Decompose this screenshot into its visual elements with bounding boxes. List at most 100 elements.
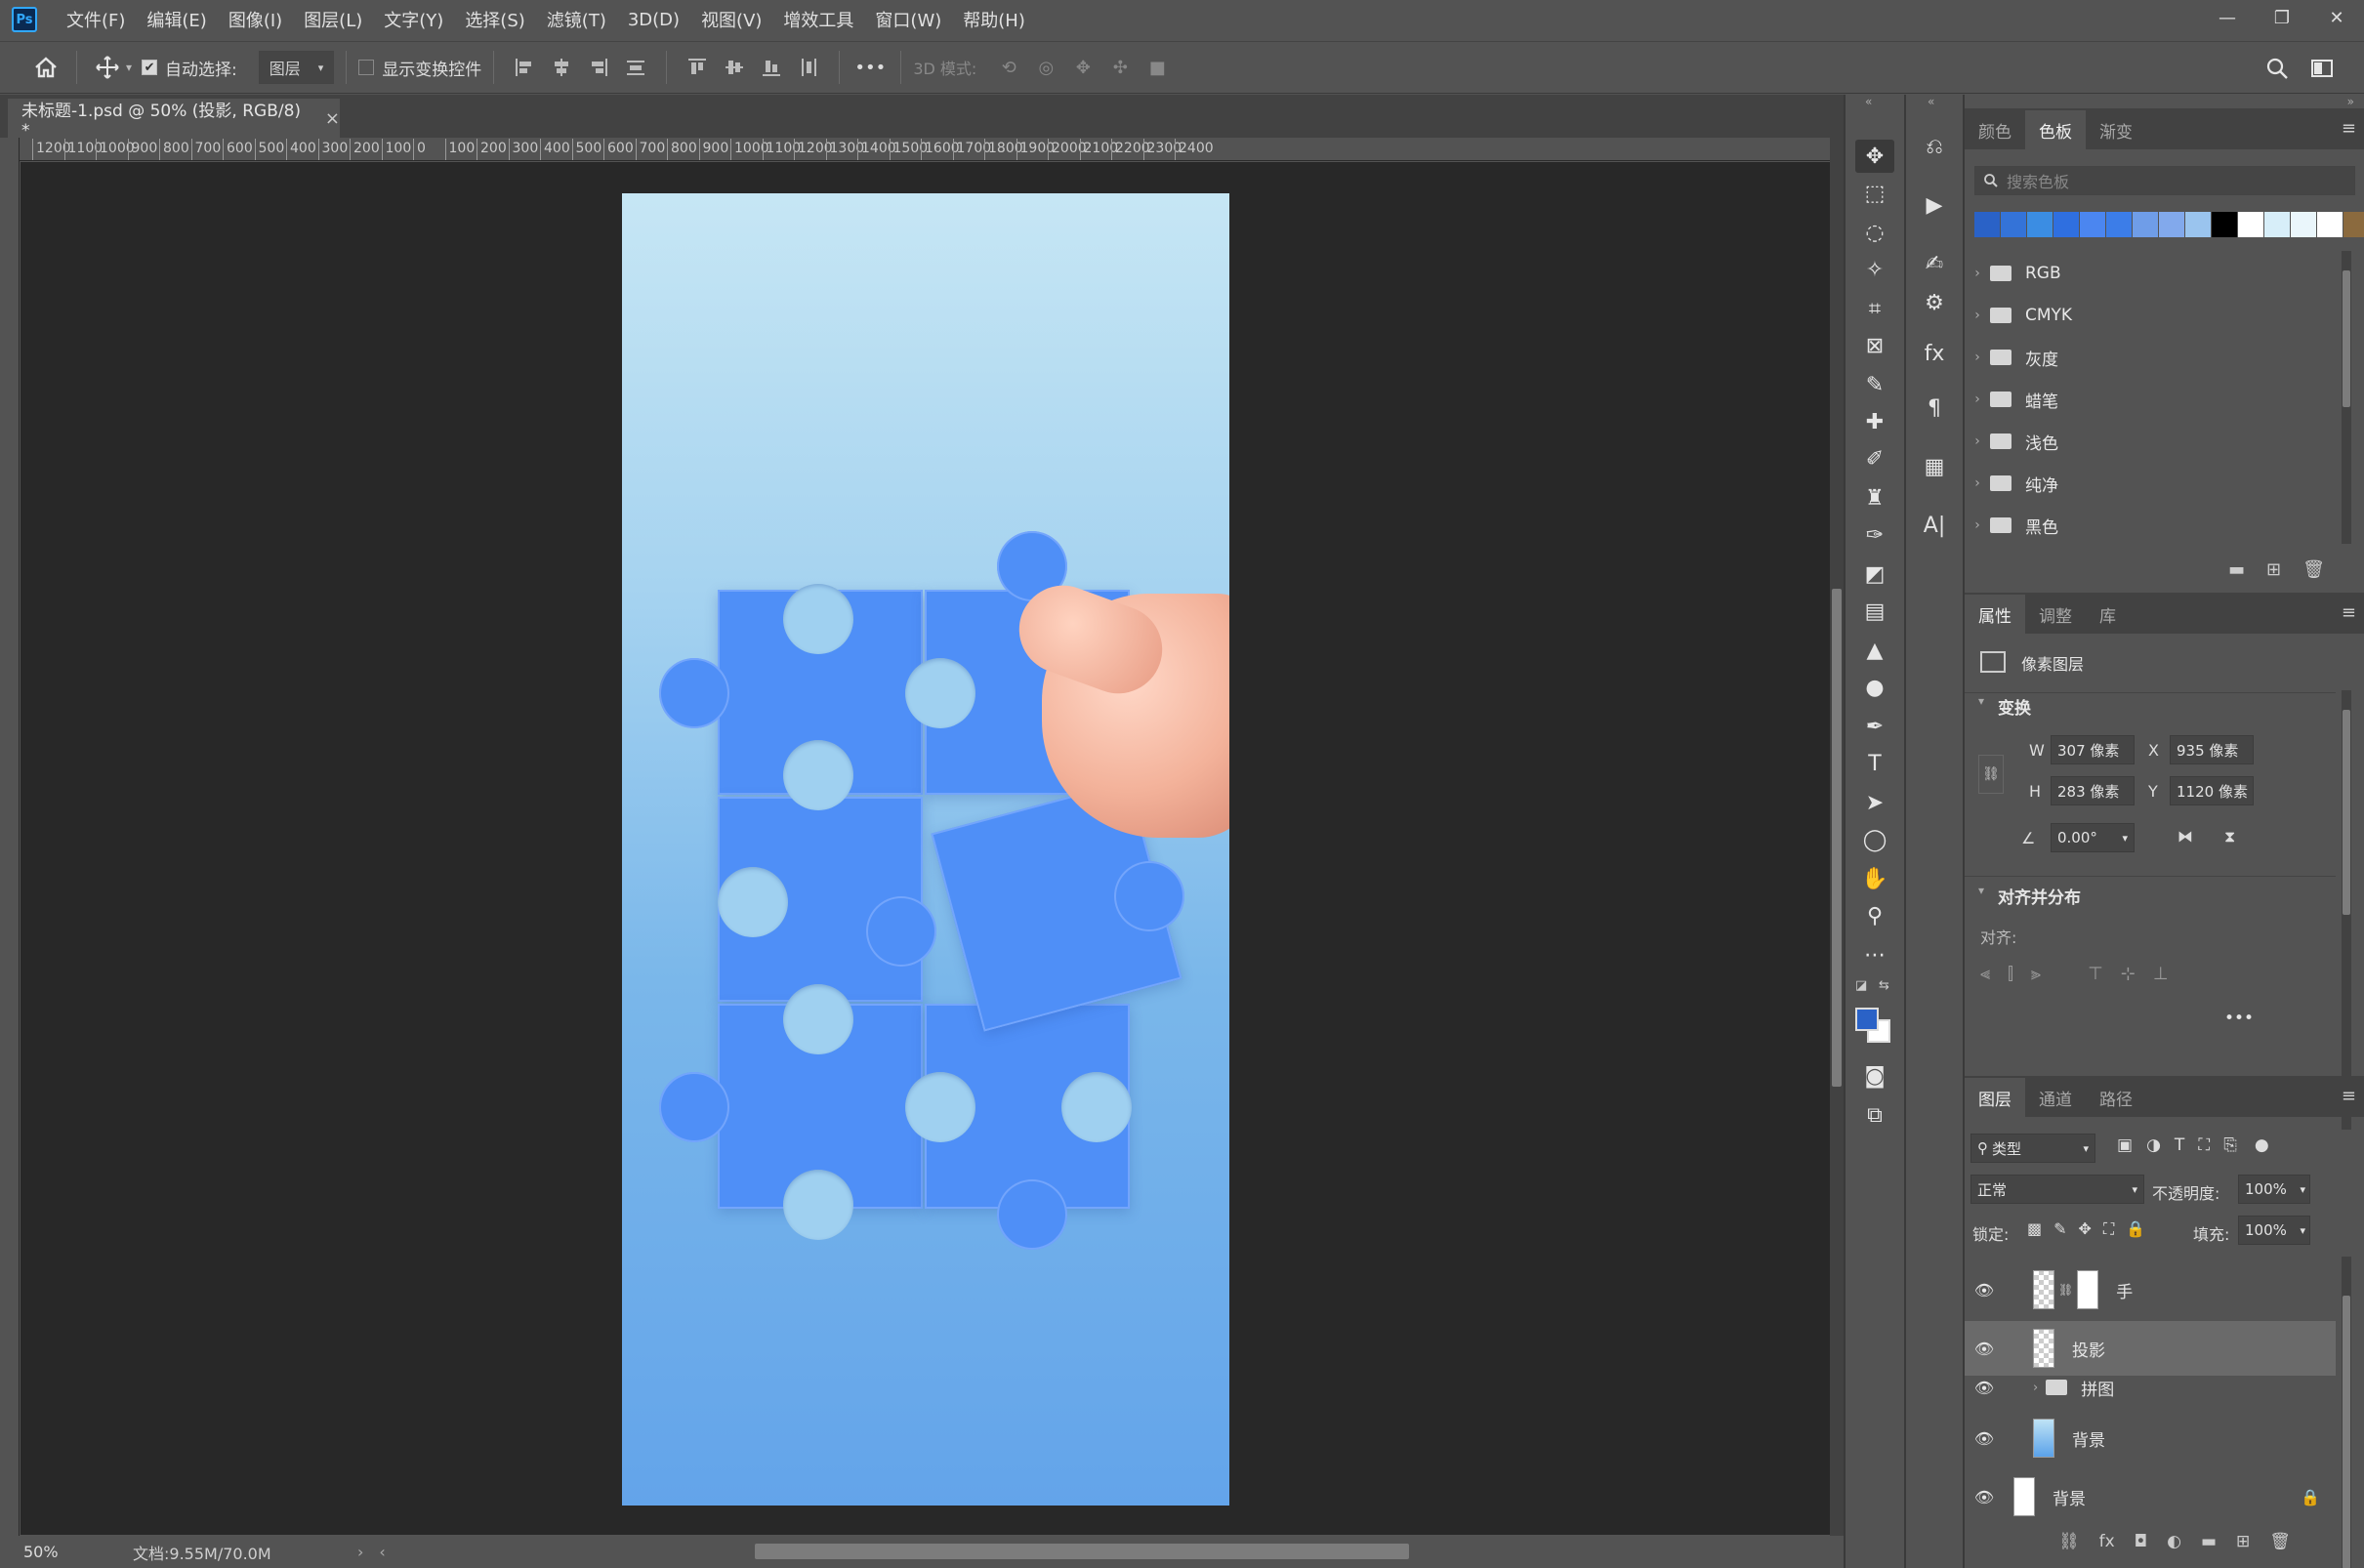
artboard[interactable]	[622, 193, 1229, 1506]
layer-style-icon[interactable]: fx	[2099, 1532, 2115, 1551]
quick-mask-icon[interactable]: ◙	[1855, 1059, 1894, 1093]
show-transform-option[interactable]: 显示变换控件	[358, 56, 481, 80]
chevron-right-icon[interactable]: ›	[357, 1543, 363, 1561]
canvas-area[interactable]	[21, 162, 1830, 1535]
color-swatch[interactable]	[2159, 212, 2184, 237]
swap-colors-icon[interactable]: ⇆	[1879, 978, 1889, 993]
color-swatch[interactable]	[2238, 212, 2263, 237]
tab-gradients[interactable]: 渐变	[2086, 110, 2146, 149]
chevron-right-icon[interactable]: ›	[1965, 392, 1990, 407]
link-layers-icon[interactable]: ⛓	[2058, 1532, 2080, 1551]
chevron-down-icon[interactable]: ▾	[2122, 832, 2128, 845]
crop-icon[interactable]: ⌗	[1855, 292, 1894, 325]
canvas-vertical-scroll-thumb[interactable]	[1832, 589, 1842, 1087]
tab-swatches[interactable]: 色板	[2025, 110, 2086, 149]
home-icon[interactable]	[27, 49, 64, 86]
menu-layer[interactable]: 图层(L)	[304, 7, 362, 32]
color-swatch[interactable]	[2343, 212, 2364, 237]
lock-transparency-icon[interactable]: ▩	[2027, 1219, 2042, 1239]
document-info[interactable]: 文档:9.55M/70.0M	[133, 1541, 318, 1564]
panel-menu-icon[interactable]: ≡	[2342, 602, 2356, 623]
default-colors-icon[interactable]: ◪	[1855, 978, 1867, 993]
align-vcenter-icon[interactable]: ⊹	[2121, 964, 2136, 984]
brush-icon[interactable]: ✐	[1855, 442, 1894, 475]
align-hcenter-icon[interactable]: ⫿	[2008, 964, 2013, 984]
layer-filter-dropdown[interactable]: ⚲ 类型 ▾	[1970, 1134, 2095, 1163]
swatches-scrollbar[interactable]	[2342, 251, 2351, 544]
lock-pixels-icon[interactable]: ✎	[2053, 1219, 2066, 1239]
search-icon[interactable]	[2259, 50, 2296, 87]
align-right-icon[interactable]	[580, 49, 617, 86]
align-vcenter-icon[interactable]	[716, 49, 753, 86]
chevron-left-icon[interactable]: ‹	[379, 1543, 385, 1561]
swatch-group[interactable]: › CMYK	[1965, 296, 2336, 335]
distribute-horizontal-icon[interactable]	[790, 49, 827, 86]
show-transform-checkbox[interactable]	[358, 60, 375, 75]
layer-row[interactable]: 👁 › 拼图	[1965, 1368, 2336, 1407]
chevron-right-icon[interactable]: ›	[2033, 1381, 2038, 1395]
actions-panel-icon[interactable]: ▶	[1916, 186, 1953, 224]
align-bottom-icon[interactable]	[753, 49, 790, 86]
auto-select-option[interactable]: ✔ 自动选择:	[142, 56, 237, 80]
new-swatch-icon[interactable]: ⊞	[2266, 559, 2281, 580]
delete-layer-icon[interactable]: 🗑	[2269, 1532, 2291, 1551]
flip-horizontal-icon[interactable]: ⧓	[2177, 827, 2193, 846]
menu-type[interactable]: 文字(Y)	[384, 7, 443, 32]
menu-image[interactable]: 图像(I)	[228, 7, 282, 32]
opacity-field[interactable]: 100% ▾	[2238, 1175, 2310, 1204]
brush-settings-icon[interactable]: ✍	[1916, 245, 1953, 282]
layer-mask-icon[interactable]: ◘	[2135, 1532, 2147, 1551]
move-tool-preset-icon[interactable]	[89, 49, 126, 86]
color-swatch[interactable]	[2133, 212, 2158, 237]
link-proportions-icon[interactable]: ⛓	[1978, 755, 2004, 794]
character-panel-icon[interactable]: A|	[1916, 507, 1953, 544]
visibility-eye-icon[interactable]: 👁	[1965, 1429, 2004, 1448]
lock-artboard-icon[interactable]: ⛶	[2103, 1219, 2114, 1239]
align-hcenter-icon[interactable]	[543, 49, 580, 86]
lasso-icon[interactable]: ◌	[1855, 216, 1894, 249]
color-swatch[interactable]	[2317, 212, 2343, 237]
visibility-eye-icon[interactable]: 👁	[1965, 1281, 2004, 1300]
pen-icon[interactable]: ✒	[1855, 710, 1894, 743]
new-group-icon[interactable]: ▬	[2201, 1532, 2217, 1551]
layer-row[interactable]: 👁 ⛓ 手	[1965, 1262, 2336, 1317]
delete-icon[interactable]: 🗑	[2302, 559, 2325, 580]
adjustment-layer-icon[interactable]: ◐	[2167, 1532, 2181, 1551]
panel-menu-icon[interactable]: ≡	[2342, 1086, 2356, 1106]
filter-smart-object-icon[interactable]: ⎘	[2223, 1135, 2237, 1155]
blur-icon[interactable]: ▲	[1855, 634, 1894, 667]
color-swatch[interactable]	[2027, 212, 2053, 237]
distribute-vertical-icon[interactable]	[617, 49, 654, 86]
y-field[interactable]: 1120 像素	[2170, 776, 2254, 805]
layer-row[interactable]: 👁 背景	[1965, 1413, 2336, 1464]
filter-toggle-icon[interactable]: ●	[2255, 1135, 2269, 1155]
swatch-group[interactable]: › 黑色	[1965, 506, 2336, 545]
frame-icon[interactable]: ⊠	[1855, 329, 1894, 362]
color-swatch[interactable]	[2001, 212, 2026, 237]
new-group-icon[interactable]: ▬	[2228, 559, 2245, 580]
styles-panel-icon[interactable]: fx	[1916, 335, 1953, 372]
eraser-icon[interactable]: ◩	[1855, 557, 1894, 591]
document-tab[interactable]: 未标题-1.psd @ 50% (投影, RGB/8) * ×	[8, 99, 340, 141]
chevron-right-icon[interactable]: ›	[1965, 475, 1990, 491]
swatch-group[interactable]: › 蜡笔	[1965, 380, 2336, 419]
dodge-icon[interactable]: ●	[1855, 671, 1894, 704]
foreground-color-swatch[interactable]	[1855, 1008, 1879, 1031]
filter-shape-icon[interactable]: ⛶	[2198, 1135, 2210, 1155]
align-bottom-icon[interactable]: ⊥	[2153, 964, 2169, 984]
align-top-icon[interactable]	[679, 49, 716, 86]
flip-vertical-icon[interactable]: ⧗	[2224, 827, 2235, 846]
swatch-group[interactable]: › 浅色	[1965, 422, 2336, 461]
close-icon[interactable]: ×	[325, 108, 340, 129]
collapse-icon[interactable]: «	[1865, 95, 1872, 108]
healing-icon[interactable]: ✚	[1855, 405, 1894, 438]
canvas-horizontal-scroll-thumb[interactable]	[755, 1544, 1409, 1559]
align-right-icon[interactable]: ⫸	[2031, 964, 2041, 984]
3d-roll-icon[interactable]: ◎	[1027, 49, 1064, 86]
workspace-icon[interactable]	[2303, 50, 2341, 87]
menu-3d[interactable]: 3D(D)	[628, 10, 680, 30]
marquee-icon[interactable]: ⬚	[1855, 177, 1894, 210]
close-window-button[interactable]: ✕	[2309, 0, 2364, 35]
tab-adjustments[interactable]: 调整	[2025, 595, 2086, 634]
more-options-icon[interactable]: •••	[851, 49, 889, 86]
